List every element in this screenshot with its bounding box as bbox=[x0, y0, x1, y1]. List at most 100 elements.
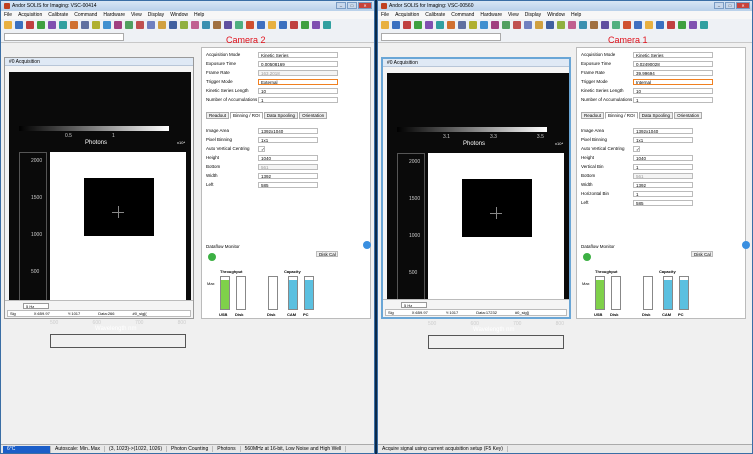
toolbar-tool-icon[interactable] bbox=[403, 21, 411, 29]
toolbar-tool-icon[interactable] bbox=[678, 21, 686, 29]
menu-help[interactable]: Help bbox=[571, 12, 581, 18]
tab-orientation[interactable]: Orientation bbox=[299, 112, 328, 119]
toolbar-tool-icon[interactable] bbox=[312, 21, 320, 29]
menu-file[interactable]: File bbox=[4, 12, 12, 18]
toolbar-tool-icon[interactable] bbox=[612, 21, 620, 29]
refresh-rate-select[interactable]: 5 Hz bbox=[401, 302, 427, 308]
toolbar-tool-icon[interactable] bbox=[169, 21, 177, 29]
toolbar-tool-icon[interactable] bbox=[546, 21, 554, 29]
param-field[interactable]: 0.00508169 bbox=[258, 61, 338, 67]
toolbar-tool-icon[interactable] bbox=[656, 21, 664, 29]
roi-field[interactable]: 1392x1040 bbox=[258, 128, 318, 134]
menu-acquisition[interactable]: Acquisition bbox=[18, 12, 42, 18]
minimize-button[interactable]: – bbox=[336, 2, 346, 9]
tab-data-spooling[interactable]: Data Spooling bbox=[263, 112, 299, 119]
toolbar-tool-icon[interactable] bbox=[191, 21, 199, 29]
disk-cal-button[interactable]: Disk Cal bbox=[316, 251, 338, 257]
param-field[interactable]: 10 bbox=[258, 88, 338, 94]
menu-view[interactable]: View bbox=[508, 12, 519, 18]
toolbar-tool-icon[interactable] bbox=[634, 21, 642, 29]
colorbar[interactable] bbox=[19, 126, 169, 131]
toolbar-tool-icon[interactable] bbox=[37, 21, 45, 29]
link-icon[interactable] bbox=[363, 241, 371, 249]
roi-field[interactable]: ✓ bbox=[633, 146, 640, 152]
image-view[interactable] bbox=[50, 152, 186, 316]
toolbar-tool-icon[interactable] bbox=[26, 21, 34, 29]
toolbar-tool-icon[interactable] bbox=[180, 21, 188, 29]
toolbar-tool-icon[interactable] bbox=[81, 21, 89, 29]
roi-field[interactable]: 585 bbox=[633, 200, 693, 206]
toolbar-tool-icon[interactable] bbox=[213, 21, 221, 29]
toolbar-tool-icon[interactable] bbox=[381, 21, 389, 29]
toolbar-tool-icon[interactable] bbox=[480, 21, 488, 29]
menu-acquisition[interactable]: Acquisition bbox=[395, 12, 419, 18]
roi-field[interactable]: 561 bbox=[258, 164, 318, 170]
toolbar-tool-icon[interactable] bbox=[290, 21, 298, 29]
roi-field[interactable]: 1040 bbox=[258, 155, 318, 161]
toolbar-tool-icon[interactable] bbox=[202, 21, 210, 29]
menu-hardware[interactable]: Hardware bbox=[480, 12, 502, 18]
toolbar-tool-icon[interactable] bbox=[568, 21, 576, 29]
tab-data-spooling[interactable]: Data Spooling bbox=[638, 112, 674, 119]
toolbar-tool-icon[interactable] bbox=[590, 21, 598, 29]
roi-field[interactable]: 1 bbox=[633, 191, 693, 197]
toolbar-tool-icon[interactable] bbox=[524, 21, 532, 29]
roi-field[interactable]: 1392 bbox=[633, 182, 693, 188]
menu-window[interactable]: Window bbox=[547, 12, 565, 18]
menu-display[interactable]: Display bbox=[525, 12, 541, 18]
tab-readout[interactable]: Readout bbox=[206, 112, 230, 119]
toolbar-tool-icon[interactable] bbox=[103, 21, 111, 29]
param-field[interactable]: 10 bbox=[633, 88, 713, 94]
param-field[interactable]: 1 bbox=[633, 97, 713, 103]
menu-display[interactable]: Display bbox=[148, 12, 164, 18]
menu-command[interactable]: Command bbox=[451, 12, 474, 18]
menu-view[interactable]: View bbox=[131, 12, 142, 18]
roi-field[interactable]: 585 bbox=[258, 182, 318, 188]
menu-help[interactable]: Help bbox=[194, 12, 204, 18]
toolbar-tool-icon[interactable] bbox=[301, 21, 309, 29]
param-field[interactable]: Kinetic Series bbox=[258, 52, 338, 58]
toolbar-tool-icon[interactable] bbox=[502, 21, 510, 29]
toolbar-tool-icon[interactable] bbox=[667, 21, 675, 29]
roi-field[interactable]: 1 bbox=[633, 164, 693, 170]
menu-file[interactable]: File bbox=[381, 12, 389, 18]
menu-calibrate[interactable]: Calibrate bbox=[425, 12, 445, 18]
toolbar-tool-icon[interactable] bbox=[557, 21, 565, 29]
param-field[interactable]: 0.02490028 bbox=[633, 61, 713, 67]
roi-field[interactable]: 1392x1040 bbox=[633, 128, 693, 134]
toolbar-tool-icon[interactable] bbox=[59, 21, 67, 29]
toolbar-tool-icon[interactable] bbox=[623, 21, 631, 29]
toolbar-tool-icon[interactable] bbox=[645, 21, 653, 29]
toolbar-tool-icon[interactable] bbox=[268, 21, 276, 29]
menu-command[interactable]: Command bbox=[74, 12, 97, 18]
toolbar-tool-icon[interactable] bbox=[114, 21, 122, 29]
toolbar-tool-icon[interactable] bbox=[224, 21, 232, 29]
toolbar-tool-icon[interactable] bbox=[469, 21, 477, 29]
toolbar-tool-icon[interactable] bbox=[257, 21, 265, 29]
toolbar-tool-icon[interactable] bbox=[158, 21, 166, 29]
close-button[interactable]: ✕ bbox=[736, 2, 750, 9]
param-field[interactable]: 1 bbox=[258, 97, 338, 103]
menu-calibrate[interactable]: Calibrate bbox=[48, 12, 68, 18]
param-field[interactable]: Kinetic Series bbox=[633, 52, 713, 58]
param-field[interactable]: 163.2018 bbox=[258, 70, 338, 76]
toolbar-tool-icon[interactable] bbox=[436, 21, 444, 29]
toolbar-tool-icon[interactable] bbox=[92, 21, 100, 29]
maximize-button[interactable]: □ bbox=[725, 2, 735, 9]
toolbar-tool-icon[interactable] bbox=[535, 21, 543, 29]
toolbar-tool-icon[interactable] bbox=[579, 21, 587, 29]
param-field[interactable]: 39.99694 bbox=[633, 70, 713, 76]
tab-binning-roi[interactable]: Binning / ROI bbox=[605, 112, 638, 119]
toolbar-tool-icon[interactable] bbox=[4, 21, 12, 29]
maximize-button[interactable]: □ bbox=[347, 2, 357, 9]
image-view[interactable] bbox=[428, 153, 564, 317]
refresh-rate-select[interactable]: 5 Hz bbox=[23, 303, 49, 309]
toolbar-tool-icon[interactable] bbox=[136, 21, 144, 29]
minimize-button[interactable]: – bbox=[714, 2, 724, 9]
menu-hardware[interactable]: Hardware bbox=[103, 12, 125, 18]
menu-window[interactable]: Window bbox=[170, 12, 188, 18]
toolbar-tool-icon[interactable] bbox=[279, 21, 287, 29]
toolbar-tool-icon[interactable] bbox=[147, 21, 155, 29]
roi-field[interactable]: 561 bbox=[633, 173, 693, 179]
toolbar-tool-icon[interactable] bbox=[235, 21, 243, 29]
